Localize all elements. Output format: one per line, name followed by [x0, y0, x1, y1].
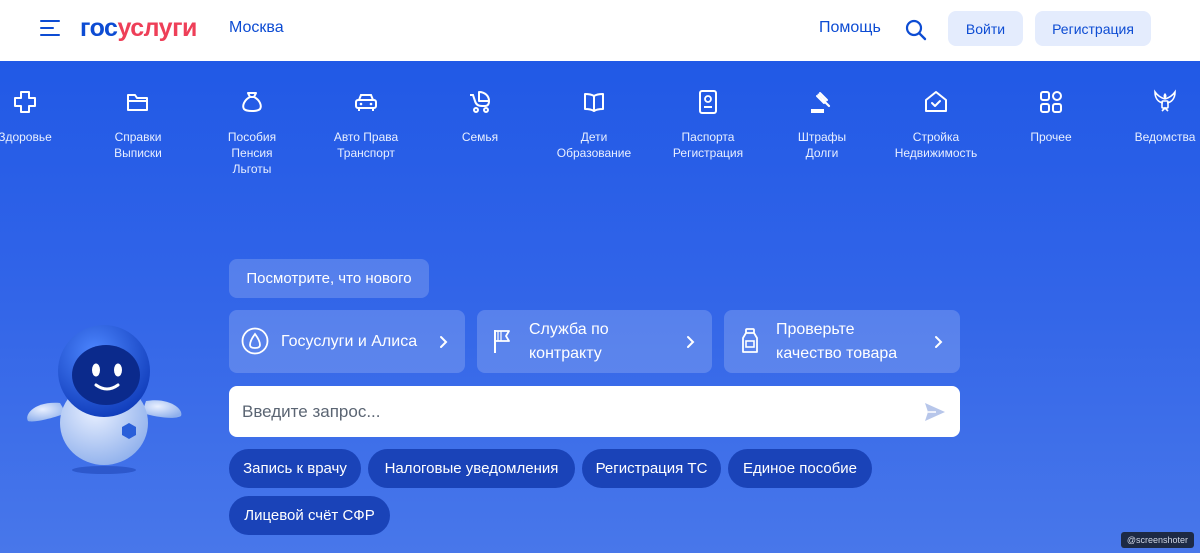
- plus-cross-icon: [14, 91, 36, 113]
- category-other[interactable]: Прочее: [996, 89, 1106, 145]
- book-icon: [584, 93, 604, 112]
- city-selector[interactable]: Москва: [229, 18, 284, 38]
- chip-tax-notices[interactable]: Налоговые уведомления: [368, 449, 575, 488]
- menu-icon[interactable]: [40, 19, 62, 39]
- help-link[interactable]: Помощь: [819, 18, 881, 38]
- logo-part-gos: гос: [80, 14, 118, 42]
- folder-icon: [127, 94, 148, 111]
- header: госуслуги Москва Помощь Войти Регистраци…: [0, 0, 1200, 61]
- flag-icon: [494, 330, 510, 353]
- logo[interactable]: госуслуги: [80, 13, 197, 43]
- chip-unified-benefit[interactable]: Единое пособие: [728, 449, 872, 488]
- car-icon: [355, 94, 377, 111]
- category-family[interactable]: Семья: [425, 89, 535, 145]
- card-label: Проверьте качество товара: [776, 320, 898, 362]
- chip-doctor-appointment[interactable]: Запись к врачу: [229, 449, 361, 488]
- category-documents[interactable]: Справки Выписки: [83, 89, 193, 161]
- emblem-icon: [1154, 89, 1176, 112]
- search-icon[interactable]: [904, 18, 928, 42]
- grid-icon: [1040, 91, 1062, 113]
- card-product-quality[interactable]: Проверьте качество товара: [724, 310, 960, 373]
- chip-sfr-account[interactable]: Лицевой счёт СФР: [229, 496, 390, 535]
- category-passports[interactable]: Паспорта Регистрация: [653, 89, 763, 161]
- send-icon[interactable]: [923, 400, 947, 424]
- money-bag-icon: [242, 92, 262, 113]
- category-education[interactable]: Дети Образование: [539, 89, 649, 161]
- category-fines[interactable]: Штрафы Долги: [767, 89, 877, 161]
- card-contract-service[interactable]: Служба по контракту: [477, 310, 712, 373]
- category-label: Здоровье: [0, 130, 52, 144]
- whats-new-button[interactable]: Посмотрите, что нового: [229, 259, 429, 298]
- category-label: Паспорта Регистрация: [672, 130, 744, 160]
- search-input[interactable]: [242, 386, 902, 437]
- gavel-icon: [811, 92, 831, 113]
- category-label: Семья: [461, 130, 499, 144]
- card-label: Госуслуги и Алиса: [281, 332, 418, 350]
- stroller-icon: [470, 91, 490, 113]
- category-label: Авто Права Транспорт: [333, 130, 399, 160]
- register-button[interactable]: Регистрация: [1035, 11, 1151, 46]
- category-label: Штрафы Долги: [797, 130, 847, 160]
- screenshoter-watermark: @screenshoter: [1120, 532, 1194, 548]
- chip-vehicle-registration[interactable]: Регистрация ТС: [582, 449, 721, 488]
- card-label: Служба по контракту: [529, 320, 609, 362]
- category-agencies[interactable]: Ведомства: [1110, 89, 1200, 145]
- category-health[interactable]: Здоровье: [0, 89, 80, 145]
- house-icon: [925, 91, 947, 112]
- category-label: Дети Образование: [556, 130, 632, 160]
- hero-section: Здоровье Справки Выписки Пособия Пенсия …: [0, 61, 1200, 553]
- category-auto[interactable]: Авто Права Транспорт: [311, 89, 421, 161]
- category-label: Стройка Недвижимость: [894, 130, 978, 160]
- alice-icon: [241, 327, 269, 355]
- category-label: Прочее: [1030, 130, 1072, 144]
- search-box: [229, 386, 960, 437]
- chevron-right-icon: [935, 336, 943, 348]
- category-benefits[interactable]: Пособия Пенсия Льготы: [197, 89, 307, 177]
- category-realty[interactable]: Стройка Недвижимость: [881, 89, 991, 161]
- passport-icon: [699, 90, 717, 114]
- category-label: Пособия Пенсия Льготы: [227, 130, 277, 176]
- robot-mascot: [27, 325, 182, 474]
- chevron-right-icon: [440, 336, 448, 348]
- bottle-icon: [742, 328, 758, 353]
- category-label: Справки Выписки: [114, 130, 162, 160]
- chevron-right-icon: [687, 336, 695, 348]
- logo-part-uslugi: услуги: [117, 14, 197, 42]
- card-alice[interactable]: Госуслуги и Алиса: [229, 310, 465, 373]
- login-button[interactable]: Войти: [948, 11, 1023, 46]
- category-label: Ведомства: [1134, 130, 1196, 144]
